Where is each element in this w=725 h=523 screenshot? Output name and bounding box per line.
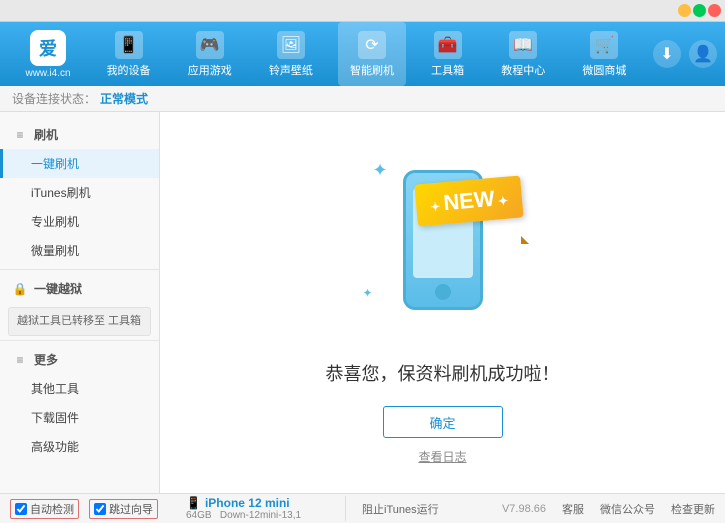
sidebar-section-title-0: ≡ 刷机 <box>0 120 159 149</box>
sidebar-item-download-firmware[interactable]: 下载固件 <box>0 403 159 432</box>
nav-icon-tutorial-center: 📖 <box>509 31 537 59</box>
nav-label-toolbox: 工具箱 <box>431 62 464 78</box>
bottom-link-检查更新[interactable]: 检查更新 <box>671 501 715 517</box>
sidebar-section-label-2: 更多 <box>34 351 58 368</box>
sidebar-divider-1 <box>0 340 159 341</box>
sidebar-item-micro-flash[interactable]: 微量刷机 <box>0 236 159 265</box>
status-value: 正常模式 <box>100 90 148 107</box>
sidebar-section-icon-0: ≡ <box>12 127 28 143</box>
sidebar-section-label-0: 刷机 <box>34 126 58 143</box>
nav-icon-my-device: 📱 <box>115 31 143 59</box>
success-message: 恭喜您，保资料刷机成功啦！ <box>326 360 560 386</box>
nav-item-toolbox[interactable]: 🧰 工具箱 <box>419 22 476 86</box>
ribbon-left <box>521 236 529 244</box>
logo-char: 爱 <box>39 35 57 61</box>
header: 爱 www.i4.cn 📱 我的设备 🎮 应用游戏 🖼 铃声壁纸 ⟳ 智能刷机 🧰 工具箱 📖 教程中… <box>0 22 725 86</box>
sparkle-icon-3: ✦ <box>363 286 373 300</box>
logo-icon: 爱 <box>30 30 66 66</box>
sidebar-item-one-click-flash[interactable]: 一键刷机 <box>0 149 159 178</box>
bottom-right-links: V7.98.66 客服微信公众号检查更新 <box>502 501 715 517</box>
checkbox-label-auto-detect: 自动检测 <box>30 501 74 517</box>
nav-label-apps-games: 应用游戏 <box>188 62 232 78</box>
sidebar-section-label-1: 一键越狱 <box>34 280 82 297</box>
nav-item-my-device[interactable]: 📱 我的设备 <box>95 22 163 86</box>
minimize-button[interactable] <box>678 4 691 17</box>
sidebar-section-title-1: 🔒 一键越狱 <box>0 274 159 303</box>
phone-home-button <box>435 284 451 300</box>
nav-icon-toolbox: 🧰 <box>434 31 462 59</box>
version-label: V7.98.66 <box>502 503 546 515</box>
nav-item-ringtone-wallpaper[interactable]: 🖼 铃声壁纸 <box>257 22 325 86</box>
close-button[interactable] <box>708 4 721 17</box>
main-content: ≡ 刷机一键刷机iTunes刷机专业刷机微量刷机 🔒 一键越狱越狱工具已转移至 工具箱… <box>0 112 725 493</box>
sidebar-section-icon-2: ≡ <box>12 352 28 368</box>
sparkle-icon-1: ✦ <box>373 160 388 181</box>
device-name: 📱 iPhone 12 mini <box>186 496 337 510</box>
bottom-link-客服[interactable]: 客服 <box>562 501 584 517</box>
sidebar-section-title-2: ≡ 更多 <box>0 345 159 374</box>
nav-bar: 📱 我的设备 🎮 应用游戏 🖼 铃声壁纸 ⟳ 智能刷机 🧰 工具箱 📖 教程中心 🛒 微圆商城 <box>88 22 645 86</box>
window-controls[interactable] <box>678 4 721 17</box>
device-capacity: 64GB <box>186 510 212 521</box>
sidebar-item-itunes-flash[interactable]: iTunes刷机 <box>0 178 159 207</box>
checkbox-input-auto-detect[interactable] <box>15 503 27 515</box>
checkbox-label-skip-wizard: 跳过向导 <box>109 501 153 517</box>
nav-item-tutorial-center[interactable]: 📖 教程中心 <box>489 22 557 86</box>
logo-url: www.i4.cn <box>25 68 70 79</box>
phone-icon: 📱 <box>186 496 201 510</box>
sidebar-item-other-tools[interactable]: 其他工具 <box>0 374 159 403</box>
bottom-checkboxes: 自动检测 跳过向导 <box>10 499 170 519</box>
account-button[interactable]: 👤 <box>689 40 717 68</box>
nav-icon-weibo-store: 🛒 <box>590 31 618 59</box>
sidebar-item-advanced-functions[interactable]: 高级功能 <box>0 432 159 461</box>
device-info: 📱 iPhone 12 mini 64GB Down-12mini-13,1 <box>186 496 346 521</box>
device-details: 64GB Down-12mini-13,1 <box>186 510 337 521</box>
nav-label-weibo-store: 微圆商城 <box>582 62 626 78</box>
confirm-button[interactable]: 确定 <box>383 406 503 438</box>
nav-label-tutorial-center: 教程中心 <box>501 62 545 78</box>
sidebar-divider-0 <box>0 269 159 270</box>
device-model: Down-12mini-13,1 <box>220 510 301 521</box>
logo[interactable]: 爱 www.i4.cn <box>8 30 88 79</box>
new-badge: NEW <box>415 175 524 226</box>
download-button[interactable]: ⬇ <box>653 40 681 68</box>
nav-label-my-device: 我的设备 <box>107 62 151 78</box>
nav-item-weibo-store[interactable]: 🛒 微圆商城 <box>570 22 638 86</box>
nav-icon-ringtone-wallpaper: 🖼 <box>277 31 305 59</box>
status-bar: 设备连接状态： 正常模式 <box>0 86 725 112</box>
status-label: 设备连接状态： <box>12 90 96 107</box>
sidebar-item-pro-flash[interactable]: 专业刷机 <box>0 207 159 236</box>
header-right-buttons: ⬇ 👤 <box>653 40 717 68</box>
sidebar-note-1: 越狱工具已转移至 工具箱 <box>8 307 151 336</box>
nav-label-smart-flash: 智能刷机 <box>350 62 394 78</box>
device-name-label: iPhone 12 mini <box>205 496 290 510</box>
bottom-bar: 自动检测 跳过向导 📱 iPhone 12 mini 64GB Down-12mi… <box>0 493 725 523</box>
nav-label-ringtone-wallpaper: 铃声壁纸 <box>269 62 313 78</box>
view-log-link[interactable]: 查看日志 <box>418 448 466 465</box>
checkbox-input-skip-wizard[interactable] <box>94 503 106 515</box>
nav-item-smart-flash[interactable]: ⟳ 智能刷机 <box>338 22 406 86</box>
nav-icon-apps-games: 🎮 <box>196 31 224 59</box>
content-area: ✦ ✦ ✦ NEW 恭喜您，保资料刷机成功啦！ 确定 查看日志 <box>160 112 725 493</box>
checkbox-skip-wizard[interactable]: 跳过向导 <box>89 499 158 519</box>
bottom-link-微信公众号[interactable]: 微信公众号 <box>600 501 655 517</box>
itunes-status[interactable]: 阻止iTunes运行 <box>362 501 439 517</box>
nav-icon-smart-flash: ⟳ <box>358 31 386 59</box>
maximize-button[interactable] <box>693 4 706 17</box>
checkbox-auto-detect[interactable]: 自动检测 <box>10 499 79 519</box>
sidebar: ≡ 刷机一键刷机iTunes刷机专业刷机微量刷机 🔒 一键越狱越狱工具已转移至 工具箱… <box>0 112 160 493</box>
nav-item-apps-games[interactable]: 🎮 应用游戏 <box>176 22 244 86</box>
success-illustration: ✦ ✦ ✦ NEW <box>343 140 543 340</box>
sidebar-section-icon-1: 🔒 <box>12 281 28 297</box>
title-bar <box>0 0 725 22</box>
